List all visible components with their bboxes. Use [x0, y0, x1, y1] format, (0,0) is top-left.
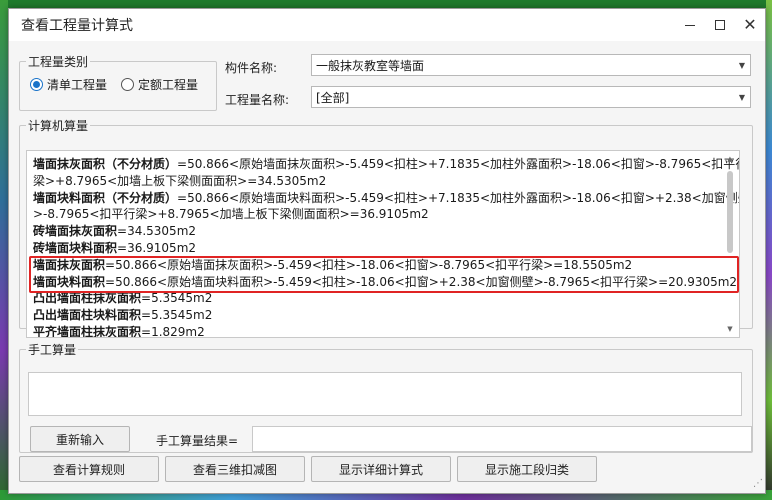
calc-line-label: 墙面块料面积（不分材质）: [33, 190, 178, 205]
calc-line: 墙面块料面积=50.866<原始墙面块料面积>-5.459<扣柱>-18.06<…: [33, 274, 737, 291]
calc-line: 砖墙面块料面积=36.9105m2: [33, 240, 713, 257]
calc-line-label: 砖墙面块料面积: [33, 240, 118, 255]
calc-line: 墙面块料面积（不分材质）=50.866<原始墙面块料面积>-5.459<扣柱>+…: [33, 190, 739, 207]
maximize-icon: [715, 20, 725, 30]
calc-results-list[interactable]: 墙面抹灰面积（不分材质）=50.866<原始墙面抹灰面积>-5.459<扣柱>+…: [26, 150, 740, 338]
calc-line-formula: =50.866<原始墙面抹灰面积>-5.459<扣柱>-18.06<扣窗>-8.…: [105, 257, 633, 272]
component-name-select[interactable]: 一般抹灰教室等墙面 ▼: [311, 54, 751, 76]
radio-bill-quantity-label: 清单工程量: [47, 78, 108, 92]
calc-line-formula: =5.3545m2: [141, 291, 213, 306]
quantity-type-group: 工程量类别 清单工程量 定额工程量: [19, 53, 217, 111]
dialog-title: 查看工程量计算式: [21, 18, 133, 34]
radio-quota-quantity[interactable]: 定额工程量: [121, 76, 198, 93]
calc-line-formula: =1.829m2: [141, 324, 205, 338]
close-button[interactable]: ✕: [735, 10, 765, 40]
manual-result-label: 手工算量结果=: [156, 434, 239, 448]
calc-line: 平齐墙面柱抹灰面积=1.829m2: [33, 324, 713, 338]
radio-checked-icon: [30, 78, 43, 91]
computer-calc-group: 计算机算量 墙面抹灰面积（不分材质）=50.866<原始墙面抹灰面积>-5.45…: [19, 117, 753, 338]
calc-line-formula: =5.3545m2: [141, 308, 213, 323]
manual-calc-legend: 手工算量: [28, 343, 77, 357]
view-3d-deduction-button[interactable]: 查看三维扣减图: [165, 456, 305, 482]
quantity-type-legend: 工程量类别: [28, 55, 89, 69]
calc-line-label: 砖墙面抹灰面积: [33, 224, 118, 239]
calc-line-formula: =50.866<原始墙面块料面积>-5.459<扣柱>-18.06<扣窗>+2.…: [105, 274, 738, 289]
calc-line-label: 凸出墙面柱抹灰面积: [33, 291, 142, 306]
calc-line-label: 凸出墙面柱块料面积: [33, 308, 142, 323]
calc-line-formula: =50.866<原始墙面块料面积>-5.459<扣柱>+7.1835<加柱外露面…: [177, 190, 740, 205]
minimize-button[interactable]: [675, 10, 705, 40]
calc-line: >-8.7965<扣平行梁>+8.7965<加墙上板下梁侧面面积>=36.910…: [33, 206, 713, 223]
calc-line-label: 墙面抹灰面积: [33, 257, 106, 272]
calc-line: 凸出墙面柱抹灰面积=5.3545m2: [33, 290, 713, 307]
background-scene-left: [0, 0, 8, 500]
manual-formula-input[interactable]: [28, 372, 742, 416]
radio-quota-quantity-label: 定额工程量: [138, 78, 199, 92]
calc-line: 梁>+8.7965<加墙上板下梁侧面面积>=34.5305m2: [33, 173, 713, 190]
show-segment-class-button[interactable]: 显示施工段归类: [457, 456, 597, 482]
calc-line-label: 墙面抹灰面积（不分材质）: [33, 157, 178, 171]
calc-line-formula: =36.9105m2: [117, 240, 197, 255]
quantity-formula-dialog: 查看工程量计算式 ✕ 工程量类别 清单工程量 定额工程量 构件名称: 一般抹灰教…: [8, 8, 766, 494]
calc-line-label: 平齐墙面柱抹灰面积: [33, 324, 142, 338]
component-name-label: 构件名称:: [225, 61, 278, 75]
manual-result-input[interactable]: [252, 426, 752, 452]
background-scene-right: [766, 0, 772, 500]
calc-line: 凸出墙面柱块料面积=5.3545m2: [33, 307, 713, 324]
calc-line: 砖墙面抹灰面积=34.5305m2: [33, 223, 713, 240]
calc-line-label: 墙面块料面积: [33, 274, 106, 289]
close-icon: ✕: [743, 15, 757, 34]
computer-calc-legend: 计算机算量: [28, 119, 89, 133]
scroll-down-icon[interactable]: ▼: [723, 323, 737, 335]
maximize-button[interactable]: [705, 10, 735, 40]
view-rules-button[interactable]: 查看计算规则: [19, 456, 159, 482]
quantity-name-select[interactable]: [全部] ▼: [311, 86, 751, 108]
quantity-name-label: 工程量名称:: [225, 93, 290, 107]
radio-bill-quantity[interactable]: 清单工程量: [30, 76, 107, 93]
dropdown-arrow-icon: ▼: [738, 60, 746, 70]
manual-calc-group: 手工算量 重新输入 手工算量结果=: [19, 341, 753, 453]
calc-line: 墙面抹灰面积（不分材质）=50.866<原始墙面抹灰面积>-5.459<扣柱>+…: [33, 156, 739, 173]
resize-grip-icon[interactable]: ⋰: [753, 478, 763, 489]
scroll-up-icon[interactable]: ▲: [723, 153, 737, 165]
minimize-icon: [685, 24, 695, 26]
calc-line-formula: =50.866<原始墙面抹灰面积>-5.459<扣柱>+7.1835<加柱外露面…: [177, 157, 740, 171]
vertical-scrollbar[interactable]: ▲ ▼: [723, 153, 737, 335]
component-name-value: 一般抹灰教室等墙面: [316, 58, 425, 73]
title-bar[interactable]: 查看工程量计算式 ✕: [9, 9, 765, 41]
calc-line-formula: =34.5305m2: [117, 224, 197, 239]
calc-line-formula: >-8.7965<扣平行梁>+8.7965<加墙上板下梁侧面面积>=36.910…: [33, 207, 429, 222]
show-detail-formula-button[interactable]: 显示详细计算式: [311, 456, 451, 482]
calc-line: 墙面抹灰面积=50.866<原始墙面抹灰面积>-5.459<扣柱>-18.06<…: [33, 257, 713, 274]
reenter-button[interactable]: 重新输入: [30, 426, 130, 452]
dropdown-arrow-icon: ▼: [738, 92, 746, 102]
scroll-thumb[interactable]: [727, 171, 733, 253]
quantity-name-value: [全部]: [316, 90, 350, 105]
calc-line-formula: 梁>+8.7965<加墙上板下梁侧面面积>=34.5305m2: [33, 173, 327, 188]
radio-unchecked-icon: [121, 78, 135, 91]
